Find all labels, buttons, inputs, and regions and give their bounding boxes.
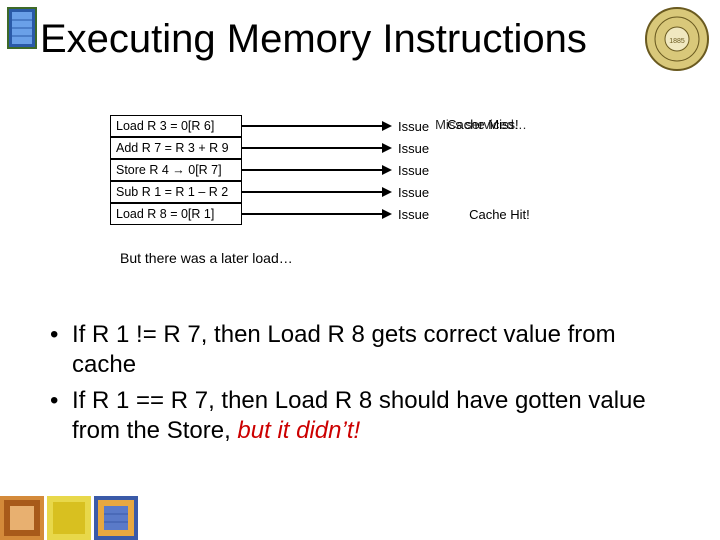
arrow-icon [242, 203, 392, 225]
slide: 1885 Executing Memory Instructions Load … [0, 0, 720, 540]
issue-label: Issue [392, 207, 429, 222]
instr-cell: Load R 3 = 0[R 6] [110, 115, 242, 137]
bullet1-text: If R 1 != R 7, then Load R 8 gets correc… [72, 321, 616, 378]
arrow-icon [242, 159, 392, 181]
miss-serviced-annot: Miss serviced… [435, 117, 527, 132]
footer-thumbnails [0, 496, 141, 540]
table-row: Add R 7 = R 3 + R 9 Issue [110, 137, 569, 159]
bullet2-emph: but it didn’t! [237, 417, 360, 444]
instruction-table: Load R 3 = 0[R 6] Issue Cache Miss! Miss… [110, 115, 569, 225]
instr-cell: Store R 4 → 0[R 7] [110, 159, 242, 181]
issue-label: Issue [392, 163, 429, 178]
instr-cell: Sub R 1 = R 1 – R 2 [110, 181, 242, 203]
table-row: Load R 3 = 0[R 6] Issue Cache Miss! Miss… [110, 115, 569, 137]
bullet-item-2: If R 1 == R 7, then Load R 8 should have… [50, 386, 670, 446]
chip-thumb-3-icon [94, 496, 138, 540]
title-text: Executing Memory Instructions [40, 18, 680, 60]
table-row: Sub R 1 = R 1 – R 2 Issue [110, 181, 569, 203]
arrow-icon [242, 115, 392, 137]
table-row: Store R 4 → 0[R 7] Issue [110, 159, 569, 181]
cache-hit-annot: Cache Hit! [459, 207, 530, 222]
arrow-icon [242, 181, 392, 203]
chip-thumb-1-icon [0, 496, 44, 540]
row0-annotations: Cache Miss! Miss serviced… [429, 115, 569, 137]
arrow-icon [242, 137, 392, 159]
chip-thumb-2-icon [47, 496, 91, 540]
bullet-item-1: If R 1 != R 7, then Load R 8 gets correc… [50, 320, 670, 380]
instr-cell: Load R 8 = 0[R 1] [110, 203, 242, 225]
later-load-note: But there was a later load… [120, 250, 293, 266]
slide-title: Executing Memory Instructions [40, 18, 680, 60]
instr-cell: Add R 7 = R 3 + R 9 [110, 137, 242, 159]
chip-die-icon [6, 6, 38, 50]
table-row: Load R 8 = 0[R 1] Issue Cache Hit! [110, 203, 569, 225]
issue-label: Issue [392, 141, 429, 156]
bullet-list: If R 1 != R 7, then Load R 8 gets correc… [50, 320, 670, 452]
issue-label: Issue [392, 119, 429, 134]
issue-label: Issue [392, 185, 429, 200]
